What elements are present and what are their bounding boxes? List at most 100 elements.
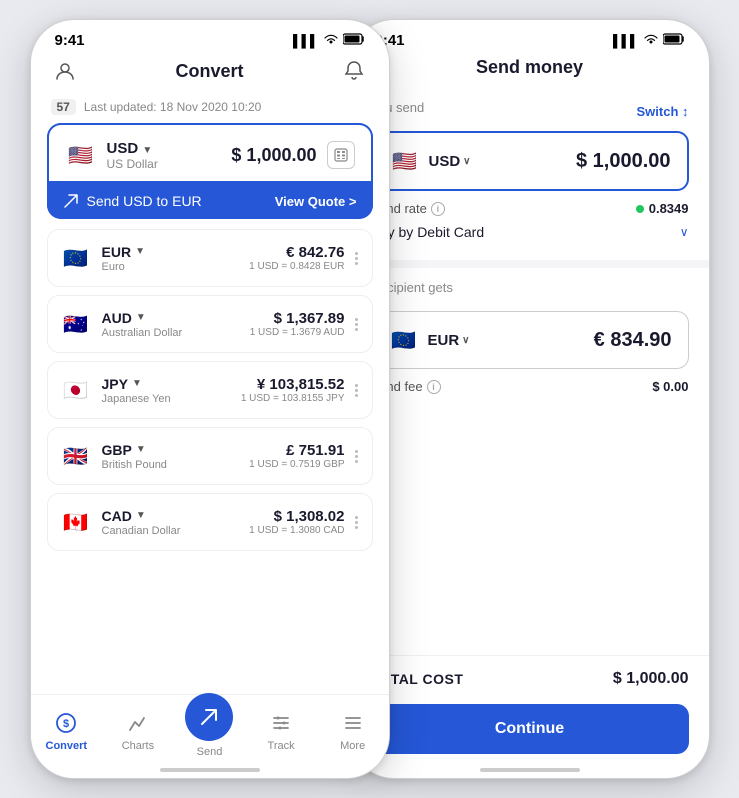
send-section-header: You send Switch ↕	[371, 100, 689, 123]
send-rate-value: 0.8349	[636, 201, 689, 216]
nav-charts-label: Charts	[122, 740, 154, 752]
status-icons-right: ▌▌▌	[613, 33, 685, 48]
header-right: Send money	[351, 53, 709, 88]
nav-more-label: More	[340, 740, 365, 752]
total-cost-amount: $ 1,000.00	[613, 670, 689, 688]
main-amount-row: $ 1,000.00	[231, 141, 354, 169]
currency-list-item-4[interactable]: 🇨🇦 CAD ▼ Canadian Dollar $ 1,308.02 1 US…	[47, 493, 373, 551]
right-phone: 9:41 ▌▌▌ Send money You send Switch ↕	[350, 19, 710, 779]
recipient-code: EUR ∨	[428, 332, 470, 349]
currency-right-3: £ 751.91 1 USD = 0.7519 GBP	[249, 442, 359, 470]
total-cost-bar: TOTAL COST $ 1,000.00	[351, 655, 709, 702]
currency-code-1: AUD ▼	[102, 310, 183, 326]
rate-info-icon[interactable]: i	[431, 202, 445, 216]
page-title-right: Send money	[476, 57, 583, 78]
recipient-flag: 🇪🇺	[388, 324, 420, 356]
signal-icon: ▌▌▌	[293, 34, 319, 48]
svg-text:$: $	[63, 718, 69, 730]
more-dots-0[interactable]	[353, 250, 360, 267]
header-left: Convert	[31, 53, 389, 95]
nav-track[interactable]: Track	[251, 709, 311, 752]
wifi-icon-right	[643, 33, 659, 48]
currency-info-1: AUD ▼ Australian Dollar	[102, 310, 183, 339]
currency-list-item-2[interactable]: 🇯🇵 JPY ▼ Japanese Yen ¥ 103,815.52 1 USD…	[47, 361, 373, 419]
switch-button[interactable]: Switch ↕	[636, 104, 688, 119]
continue-button[interactable]: Continue	[371, 704, 689, 754]
nav-charts[interactable]: Charts	[108, 709, 168, 752]
signal-icon-right: ▌▌▌	[613, 34, 639, 48]
currency-item-left-0: 🇪🇺 EUR ▼ Euro	[60, 242, 145, 274]
currency-name-0: Euro	[102, 261, 145, 273]
currency-info-3: GBP ▼ British Pound	[102, 442, 167, 471]
status-icons-left: ▌▌▌	[293, 33, 365, 48]
status-bar-right: 9:41 ▌▌▌	[351, 20, 709, 53]
nav-convert[interactable]: $ Convert	[36, 709, 96, 752]
usd-info: USD ▼ US Dollar	[107, 140, 158, 171]
section-divider	[351, 260, 709, 268]
flag-1: 🇦🇺	[60, 308, 92, 340]
update-text: Last updated: 18 Nov 2020 10:20	[84, 100, 261, 114]
currency-right-4: $ 1,308.02 1 USD = 1.3080 CAD	[249, 508, 359, 536]
currency-list-item-3[interactable]: 🇬🇧 GBP ▼ British Pound £ 751.91 1 USD = …	[47, 427, 373, 485]
recipient-currency: 🇪🇺 EUR ∨	[388, 324, 470, 356]
send-flag: 🇺🇸	[389, 145, 421, 177]
profile-icon[interactable]	[51, 57, 79, 85]
main-amount: $ 1,000.00	[231, 145, 316, 166]
main-currency-card[interactable]: 🇺🇸 USD ▼ US Dollar $ 1,000.00	[47, 123, 373, 219]
send-dropdown-arrow: ∨	[463, 156, 470, 167]
currency-code-0: EUR ▼	[102, 244, 145, 260]
send-fee-row: Send fee i $ 0.00	[371, 369, 689, 398]
currency-item-left-1: 🇦🇺 AUD ▼ Australian Dollar	[60, 308, 183, 340]
battery-icon	[343, 33, 365, 48]
fee-info-icon[interactable]: i	[427, 380, 441, 394]
currency-amount-0: € 842.76 1 USD = 0.8428 EUR	[249, 244, 344, 272]
bell-icon[interactable]	[340, 57, 368, 85]
home-indicator-left	[160, 768, 260, 772]
main-currency-top: 🇺🇸 USD ▼ US Dollar $ 1,000.00	[47, 123, 373, 183]
update-badge: 57	[51, 99, 76, 115]
page-title-left: Convert	[175, 61, 243, 82]
currency-info-4: CAD ▼ Canadian Dollar	[102, 508, 181, 537]
fee-value: $ 0.00	[652, 379, 688, 394]
currency-item-left-3: 🇬🇧 GBP ▼ British Pound	[60, 440, 167, 472]
currency-name-2: Japanese Yen	[102, 393, 171, 405]
flag-2: 🇯🇵	[60, 374, 92, 406]
currency-name-3: British Pound	[102, 459, 167, 471]
flag-4: 🇨🇦	[60, 506, 92, 538]
recipient-header: Recipient gets	[371, 280, 689, 303]
send-currency: 🇺🇸 USD ∨	[389, 145, 471, 177]
nav-track-label: Track	[268, 740, 295, 752]
nav-more[interactable]: More	[323, 709, 383, 752]
currency-list-item-1[interactable]: 🇦🇺 AUD ▼ Australian Dollar $ 1,367.89 1 …	[47, 295, 373, 353]
currency-name-4: Canadian Dollar	[102, 525, 181, 537]
nav-send-label: Send	[197, 746, 223, 758]
wifi-icon	[323, 33, 339, 48]
track-icon	[257, 709, 305, 737]
send-amount-card[interactable]: 🇺🇸 USD ∨ $ 1,000.00	[371, 131, 689, 191]
battery-icon-right	[663, 33, 685, 48]
pay-method-row[interactable]: Pay by Debit Card ∨	[371, 220, 689, 248]
recipient-amount-value: € 834.90	[594, 329, 672, 352]
green-dot-icon	[636, 205, 644, 213]
nav-convert-label: Convert	[46, 740, 88, 752]
send-fab-icon[interactable]	[185, 693, 233, 741]
more-dots-3[interactable]	[353, 448, 360, 465]
send-quote-row[interactable]: Send USD to EUR View Quote >	[47, 183, 373, 219]
nav-send[interactable]: Send	[179, 703, 239, 758]
send-rate-row: Send rate i 0.8349	[371, 191, 689, 220]
currency-code-2: JPY ▼	[102, 376, 171, 392]
usd-dropdown-arrow: ▼	[142, 145, 152, 156]
more-dots-1[interactable]	[353, 316, 360, 333]
currency-amount-1: $ 1,367.89 1 USD = 1.3679 AUD	[250, 310, 345, 338]
flag-3: 🇬🇧	[60, 440, 92, 472]
recipient-amount-card[interactable]: 🇪🇺 EUR ∨ € 834.90	[371, 311, 689, 369]
currency-list-item-0[interactable]: 🇪🇺 EUR ▼ Euro € 842.76 1 USD = 0.8428 EU…	[47, 229, 373, 287]
currency-right-2: ¥ 103,815.52 1 USD = 103.8155 JPY	[241, 376, 360, 404]
currency-amount-2: ¥ 103,815.52 1 USD = 103.8155 JPY	[241, 376, 345, 404]
more-dots-2[interactable]	[353, 382, 360, 399]
calculator-icon[interactable]	[327, 141, 355, 169]
more-dots-4[interactable]	[353, 514, 360, 531]
usd-flag: 🇺🇸	[65, 139, 97, 171]
view-quote-btn[interactable]: View Quote >	[275, 194, 357, 209]
currency-right-1: $ 1,367.89 1 USD = 1.3679 AUD	[250, 310, 360, 338]
